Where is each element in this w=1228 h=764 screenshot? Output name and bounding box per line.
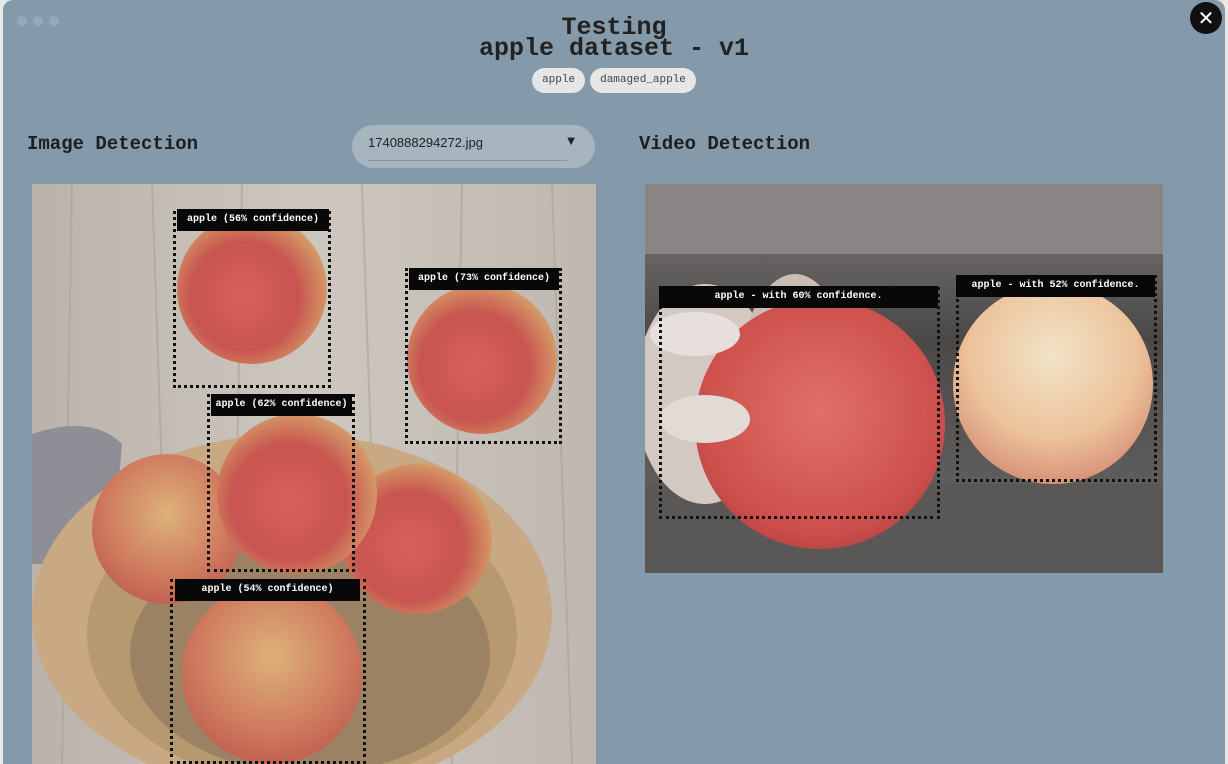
page-title: Testing apple dataset - v1 (3, 15, 1225, 63)
detection-box (207, 394, 355, 572)
select-underline (368, 160, 567, 161)
detection-label: apple - with 52% confidence. (956, 275, 1155, 297)
detection-box (659, 287, 940, 519)
detection-label: apple (56% confidence) (177, 209, 329, 231)
detection-box (956, 275, 1157, 482)
detection-image: apple (56% confidence) apple (73% confid… (32, 184, 596, 764)
video-detection-title: Video Detection (639, 133, 811, 155)
detection-label: apple - with 60% confidence. (659, 286, 938, 308)
detection-label: apple (62% confidence) (211, 394, 352, 416)
app-window: ✕ Testing apple dataset - v1 apple damag… (3, 0, 1225, 764)
title-line-2: apple dataset - v1 (478, 34, 750, 63)
class-chip-apple[interactable]: apple (532, 68, 586, 93)
detection-label: apple (54% confidence) (175, 579, 360, 601)
image-detection-title: Image Detection (27, 133, 199, 155)
detection-video: apple - with 60% confidence. apple - wit… (645, 184, 1163, 573)
class-chip-damaged-apple[interactable]: damaged_apple (590, 68, 696, 93)
image-file-select[interactable]: 1740888294272.jpg ▼ (352, 125, 595, 168)
detection-box (170, 579, 366, 764)
detection-box (173, 211, 331, 388)
detection-box (405, 268, 562, 444)
class-chips: apple damaged_apple (3, 68, 1225, 93)
selected-file-value: 1740888294272.jpg (368, 135, 483, 150)
caret-down-icon: ▼ (567, 136, 575, 147)
detection-label: apple (73% confidence) (409, 268, 559, 290)
